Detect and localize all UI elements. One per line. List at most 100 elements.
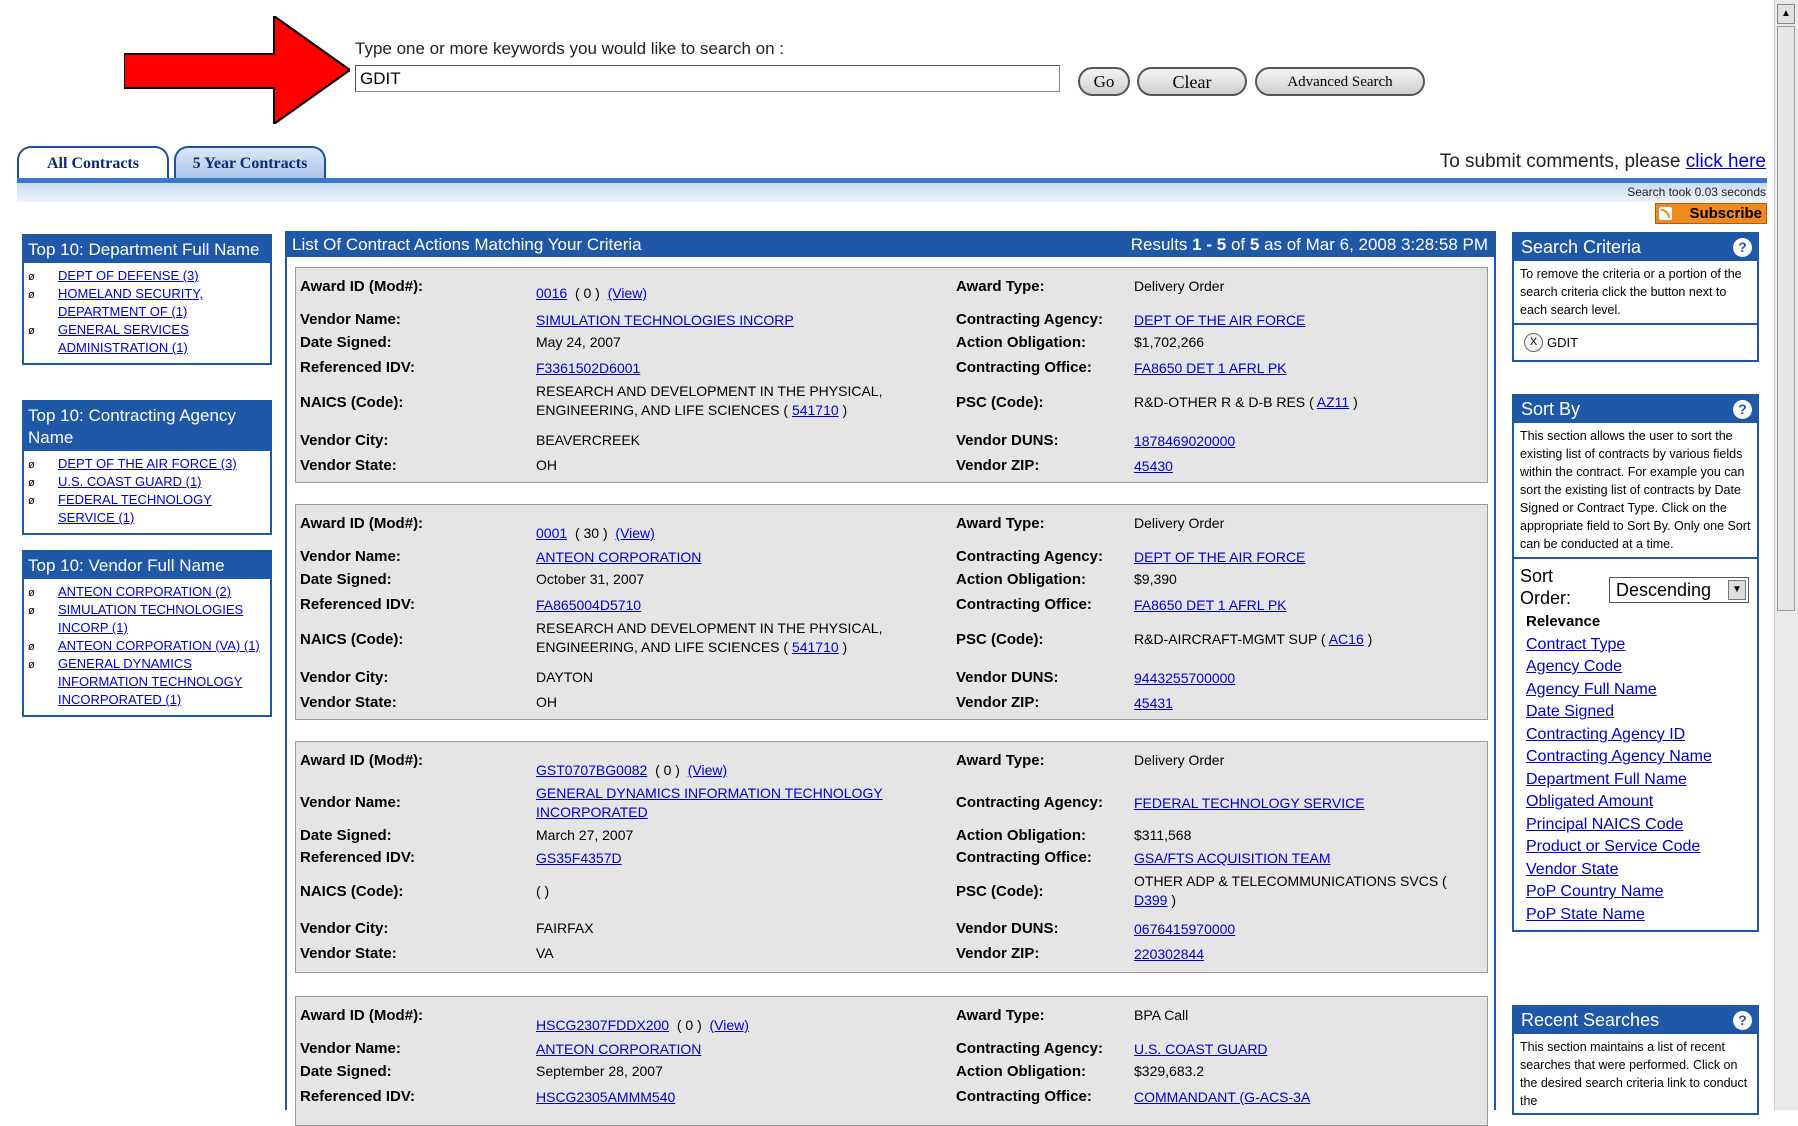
- sort-field-link[interactable]: Principal NAICS Code: [1526, 816, 1683, 833]
- filter-link[interactable]: GENERAL DYNAMICS INFORMATION TECHNOLOGY …: [58, 656, 242, 707]
- list-item[interactable]: ø U.S. COAST GUARD (1): [28, 473, 268, 491]
- filter-link[interactable]: ANTEON CORPORATION (VA) (1): [58, 638, 260, 653]
- sort-field-link[interactable]: Contract Type: [1526, 636, 1625, 653]
- advanced-search-button[interactable]: Advanced Search: [1255, 67, 1425, 96]
- label-award-type: Award Type:: [956, 752, 1045, 769]
- box-title: Top 10: Department Full Name: [24, 236, 270, 263]
- sort-field-link[interactable]: Contracting Agency ID: [1526, 726, 1685, 743]
- filter-icon: ø: [28, 477, 35, 489]
- label-vendor-city: Vendor City:: [300, 920, 389, 937]
- help-icon[interactable]: ?: [1733, 400, 1752, 419]
- agency-link[interactable]: FEDERAL TECHNOLOGY SERVICE: [1134, 795, 1365, 811]
- naics-code-link[interactable]: 541710: [792, 639, 839, 655]
- help-icon[interactable]: ?: [1733, 1011, 1752, 1030]
- ref-idv-link[interactable]: FA865004D5710: [536, 597, 641, 613]
- sort-field-link[interactable]: Obligated Amount: [1526, 793, 1653, 810]
- scroll-up-icon[interactable]: ▲: [1777, 4, 1795, 24]
- list-item[interactable]: ø FEDERAL TECHNOLOGY SERVICE (1): [28, 491, 268, 527]
- zip-link[interactable]: 220302844: [1134, 946, 1204, 962]
- list-item[interactable]: ø SIMULATION TECHNOLOGIES INCORP (1): [28, 601, 268, 637]
- filter-icon: ø: [28, 641, 35, 653]
- sort-field-link[interactable]: PoP State Name: [1526, 906, 1645, 923]
- agency-link[interactable]: U.S. COAST GUARD: [1134, 1041, 1268, 1057]
- list-item[interactable]: ø GENERAL DYNAMICS INFORMATION TECHNOLOGY…: [28, 655, 268, 709]
- zip-link[interactable]: 45431: [1134, 695, 1173, 711]
- psc-code-link[interactable]: AC16: [1329, 631, 1364, 647]
- date-signed-value: September 28, 2007: [536, 1063, 663, 1079]
- filter-link[interactable]: HOMELAND SECURITY, DEPARTMENT OF (1): [58, 286, 203, 319]
- vendor-name-link[interactable]: ANTEON CORPORATION: [536, 1041, 701, 1057]
- list-item[interactable]: ø GENERAL SERVICES ADMINISTRATION (1): [28, 321, 268, 357]
- clear-button[interactable]: Clear: [1137, 67, 1247, 96]
- view-link[interactable]: (View): [688, 762, 727, 778]
- office-link[interactable]: FA8650 DET 1 AFRL PK: [1134, 360, 1287, 376]
- view-link[interactable]: (View): [615, 525, 654, 541]
- duns-link[interactable]: 0676415970000: [1134, 921, 1235, 937]
- duns-link[interactable]: 9443255700000: [1134, 670, 1235, 686]
- list-item[interactable]: ø DEPT OF THE AIR FORCE (3): [28, 455, 268, 473]
- award-id-link[interactable]: 0016: [536, 285, 567, 301]
- chevron-down-icon[interactable]: ▼: [1728, 580, 1746, 600]
- filter-link[interactable]: U.S. COAST GUARD (1): [58, 474, 202, 489]
- go-button[interactable]: Go: [1078, 67, 1130, 96]
- comments-link[interactable]: click here: [1686, 151, 1766, 172]
- award-id-link[interactable]: GST0707BG0082: [536, 762, 647, 778]
- obligation-value: $9,390: [1134, 571, 1177, 587]
- award-id-link[interactable]: 0001: [536, 525, 567, 541]
- tab-all-contracts[interactable]: All Contracts: [17, 146, 169, 178]
- filter-link[interactable]: ANTEON CORPORATION (2): [58, 584, 231, 599]
- tab-5-year-contracts[interactable]: 5 Year Contracts: [174, 146, 326, 178]
- contract-record: Award ID (Mod#): HSCG2307FDDX200 ( 0 ) (…: [295, 996, 1488, 1126]
- vendor-name-link[interactable]: ANTEON CORPORATION: [536, 549, 701, 565]
- zip-link[interactable]: 45430: [1134, 458, 1173, 474]
- filter-link[interactable]: DEPT OF THE AIR FORCE (3): [58, 456, 237, 471]
- filter-link[interactable]: DEPT OF DEFENSE (3): [58, 268, 199, 283]
- sort-field-link[interactable]: Agency Code: [1526, 658, 1622, 675]
- office-link[interactable]: COMMANDANT (G-ACS-3A: [1134, 1089, 1310, 1105]
- ref-idv-link[interactable]: HSCG2305AMMM540: [536, 1089, 675, 1105]
- psc-text: R&D-OTHER R & D-B RES (: [1134, 394, 1317, 410]
- filter-link[interactable]: SIMULATION TECHNOLOGIES INCORP (1): [58, 602, 243, 635]
- help-icon[interactable]: ?: [1733, 238, 1752, 257]
- top10-agency-box: Top 10: Contracting Agency Name ø DEPT OF…: [22, 400, 272, 535]
- agency-link[interactable]: DEPT OF THE AIR FORCE: [1134, 549, 1305, 565]
- sort-field-link[interactable]: Date Signed: [1526, 703, 1614, 720]
- ref-idv-link[interactable]: F3361502D6001: [536, 360, 640, 376]
- filter-link[interactable]: GENERAL SERVICES ADMINISTRATION (1): [58, 322, 189, 355]
- contract-record: Award ID (Mod#): 0001 ( 30 ) (View) Vend…: [295, 504, 1488, 720]
- results-panel: List Of Contract Actions Matching Your C…: [285, 231, 1496, 1126]
- sort-field-link[interactable]: PoP Country Name: [1526, 883, 1664, 900]
- award-id-link[interactable]: HSCG2307FDDX200: [536, 1017, 669, 1033]
- vendor-name-link[interactable]: GENERAL DYNAMICS INFORMATION TECHNOLOGY …: [536, 785, 883, 820]
- scroll-thumb[interactable]: [1777, 26, 1795, 611]
- sort-order-select[interactable]: Descending ▼: [1609, 577, 1749, 603]
- list-item[interactable]: ø DEPT OF DEFENSE (3): [28, 267, 268, 285]
- list-item[interactable]: ø ANTEON CORPORATION (VA) (1): [28, 637, 268, 655]
- psc-code-link[interactable]: AZ11: [1317, 394, 1349, 410]
- office-link[interactable]: FA8650 DET 1 AFRL PK: [1134, 597, 1287, 613]
- naics-code-link[interactable]: 541710: [792, 402, 839, 418]
- filter-link[interactable]: FEDERAL TECHNOLOGY SERVICE (1): [58, 492, 212, 525]
- duns-link[interactable]: 1878469020000: [1134, 433, 1235, 449]
- box-title-text: Sort By: [1521, 399, 1581, 419]
- list-item[interactable]: ø HOMELAND SECURITY, DEPARTMENT OF (1): [28, 285, 268, 321]
- sort-field-link[interactable]: Department Full Name: [1526, 771, 1687, 788]
- search-input[interactable]: [355, 65, 1060, 92]
- award-id-value: HSCG2307FDDX200 ( 0 ) (View): [536, 1017, 749, 1033]
- psc-code-link[interactable]: D399: [1134, 892, 1167, 908]
- sort-field-link[interactable]: Vendor State: [1526, 861, 1619, 878]
- vendor-name-link[interactable]: SIMULATION TECHNOLOGIES INCORP: [536, 312, 794, 328]
- subscribe-button[interactable]: Subscribe: [1655, 203, 1767, 224]
- office-link[interactable]: GSA/FTS ACQUISITION TEAM: [1134, 850, 1331, 866]
- sort-field-link[interactable]: Contracting Agency Name: [1526, 748, 1712, 765]
- label-award-type: Award Type:: [956, 278, 1045, 295]
- ref-idv-link[interactable]: GS35F4357D: [536, 850, 622, 866]
- list-item[interactable]: ø ANTEON CORPORATION (2): [28, 583, 268, 601]
- vertical-scrollbar[interactable]: ▲: [1774, 0, 1798, 1110]
- sort-field-link[interactable]: Product or Service Code: [1526, 838, 1700, 855]
- view-link[interactable]: (View): [710, 1017, 749, 1033]
- sort-field-link[interactable]: Agency Full Name: [1526, 681, 1657, 698]
- remove-criteria-icon[interactable]: X: [1524, 333, 1543, 352]
- agency-link[interactable]: DEPT OF THE AIR FORCE: [1134, 312, 1305, 328]
- view-link[interactable]: (View): [608, 285, 647, 301]
